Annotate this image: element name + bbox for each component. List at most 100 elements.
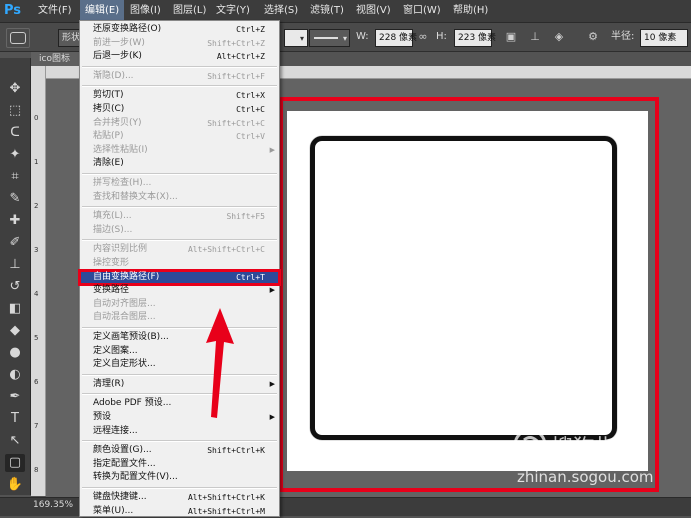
- paint-bucket-tool-icon[interactable]: ◆: [5, 322, 25, 340]
- menu-item[interactable]: 菜单(U)... Alt+Shift+Ctrl+M: [80, 505, 279, 518]
- menu-item-label: 还原变换路径(O): [93, 24, 162, 34]
- rounded-rectangle-tool-icon[interactable]: ▢: [5, 454, 25, 472]
- menu-item-shortcut: Ctrl+V: [236, 132, 265, 142]
- pen-tool-icon[interactable]: ✒: [5, 388, 25, 406]
- menu-item[interactable]: 剪切(T) Ctrl+X: [80, 89, 279, 102]
- menu-item-label: 描边(S)...: [93, 224, 133, 235]
- path-selection-tool-icon[interactable]: ↖: [5, 432, 25, 450]
- width-label: W:: [356, 31, 369, 42]
- brush-tool-icon[interactable]: ✐: [5, 234, 25, 252]
- submenu-arrow-icon: ▶: [269, 145, 275, 154]
- menubar-item[interactable]: 图层(L): [168, 0, 211, 22]
- menubar-item[interactable]: 帮助(H): [448, 0, 493, 22]
- path-operations-icon[interactable]: ▣: [504, 30, 518, 44]
- blur-tool-icon[interactable]: ●: [5, 344, 25, 362]
- menu-item-shortcut: Ctrl+X: [236, 91, 265, 101]
- type-tool-icon[interactable]: T: [5, 410, 25, 428]
- menu-item[interactable]: 预设 ▶: [80, 411, 279, 424]
- ruler-tick-label: 7: [34, 422, 39, 430]
- path-arrangement-icon[interactable]: ◈: [552, 30, 566, 44]
- magic-wand-tool-icon[interactable]: ✦: [5, 146, 25, 164]
- history-brush-tool-icon[interactable]: ↺: [5, 278, 25, 296]
- menu-item-shortcut: Alt+Shift+Ctrl+C: [187, 245, 265, 255]
- menu-item[interactable]: 清除(E): [80, 157, 279, 170]
- menu-item-label: 远程连接...: [93, 425, 138, 436]
- menubar-item[interactable]: 文件(F): [33, 0, 77, 22]
- path-alignment-icon[interactable]: ⊥: [528, 30, 542, 44]
- menu-item-label: 预设: [93, 412, 112, 422]
- ruler-tick-label: 6: [34, 378, 39, 386]
- dodge-tool-icon[interactable]: ◐: [5, 366, 25, 384]
- move-tool-icon[interactable]: ✥: [5, 80, 25, 98]
- height-input[interactable]: 223 像素: [454, 29, 496, 47]
- photoshop-logo: Ps: [4, 3, 22, 18]
- menu-item-label: 剪切(T): [93, 90, 124, 101]
- menu-item[interactable]: 定义画笔预设(B)...: [80, 331, 279, 344]
- menu-item[interactable]: 变换路径 ▶: [80, 284, 279, 297]
- menubar-item[interactable]: 编辑(E): [80, 0, 125, 22]
- menu-item-shortcut: Shift+Ctrl+Z: [207, 38, 265, 48]
- sogou-logo-icon: [513, 428, 547, 462]
- menu-item[interactable]: 转换为配置文件(V)...: [80, 471, 279, 484]
- menubar-item[interactable]: 滤镜(T): [305, 0, 349, 22]
- menu-item-free-transform-path[interactable]: 自由变换路径(F) Ctrl+T: [78, 268, 281, 286]
- stroke-type-select[interactable]: ▾: [309, 29, 350, 47]
- menubar-item[interactable]: 文字(Y): [211, 0, 255, 22]
- menu-item-label: 合并拷贝(Y): [93, 117, 142, 128]
- watermark-url: zhinan.sogou.com: [517, 468, 654, 486]
- menu-item-label: 自由变换路径(F): [93, 271, 160, 282]
- menu-item-label: 后退一步(K): [93, 51, 142, 62]
- menu-item[interactable]: 定义自定形状...: [80, 358, 279, 371]
- gear-icon[interactable]: ⚙: [586, 30, 600, 44]
- menu-item[interactable]: 远程连接...: [80, 425, 279, 438]
- menubar-item[interactable]: 窗口(W): [398, 0, 446, 22]
- menu-item: 粘贴(P) Ctrl+V: [80, 130, 279, 143]
- menu-item: 自动对齐图层...: [80, 298, 279, 311]
- rounded-rect-icon: [10, 32, 26, 44]
- menu-separator: [82, 85, 277, 88]
- menu-item[interactable]: 后退一步(K) Alt+Ctrl+Z: [80, 50, 279, 63]
- menu-item[interactable]: Adobe PDF 预设...: [80, 397, 279, 410]
- width-input[interactable]: 228 像素: [375, 29, 417, 47]
- stamp-tool-icon[interactable]: ⊥: [5, 256, 25, 274]
- menu-item[interactable]: 键盘快捷键... Alt+Shift+Ctrl+K: [80, 491, 279, 504]
- watermark-brand: 搜狗指南: [551, 436, 640, 461]
- eyedropper-tool-icon[interactable]: ✎: [5, 190, 25, 208]
- menu-item[interactable]: 拷贝(C) Ctrl+C: [80, 103, 279, 116]
- menu-item: 描边(S)...: [80, 224, 279, 237]
- link-icon[interactable]: ∞: [416, 30, 430, 44]
- healing-brush-tool-icon[interactable]: ✚: [5, 212, 25, 230]
- menu-item-shortcut: Shift+Ctrl+K: [207, 446, 265, 456]
- menu-item-shortcut: Ctrl+Z: [236, 25, 265, 34]
- menu-separator: [82, 487, 277, 489]
- menu-item-shortcut: Shift+F5: [226, 212, 265, 222]
- menu-item-label: Adobe PDF 预设...: [93, 398, 172, 409]
- menu-item-label: 查找和替换文本(X)...: [93, 191, 178, 202]
- menu-item-label: 渐隐(D)...: [93, 70, 134, 81]
- tool-preset-picker[interactable]: [6, 28, 30, 48]
- crop-tool-icon[interactable]: ⌗: [5, 168, 25, 186]
- height-label: H:: [436, 31, 447, 42]
- hand-tool-icon[interactable]: ✋: [5, 476, 25, 494]
- menu-separator: [82, 65, 277, 68]
- menu-item-label: 菜单(U)...: [93, 505, 134, 516]
- menu-item[interactable]: 定义图案...: [80, 345, 279, 358]
- menu-item[interactable]: 还原变换路径(O) Ctrl+Z: [80, 23, 279, 36]
- menu-item: 内容识别比例 Alt+Shift+Ctrl+C: [80, 243, 279, 256]
- menu-item[interactable]: 指定配置文件...: [80, 458, 279, 471]
- zoom-level[interactable]: 169.35%: [33, 500, 73, 510]
- lasso-tool-icon[interactable]: ᑕ: [5, 124, 25, 142]
- marquee-tool-icon[interactable]: ⬚: [5, 102, 25, 120]
- menu-item[interactable]: 清理(R) ▶: [80, 378, 279, 391]
- chevron-down-icon: ▾: [342, 34, 347, 43]
- menubar-item[interactable]: 图像(I): [125, 0, 166, 22]
- radius-input[interactable]: 10 像素: [640, 29, 688, 47]
- eraser-tool-icon[interactable]: ◧: [5, 300, 25, 318]
- menu-item-label: 指定配置文件...: [93, 458, 156, 469]
- menubar-item[interactable]: 选择(S): [259, 0, 303, 22]
- menu-separator: [82, 173, 277, 175]
- menu-item[interactable]: 颜色设置(G)... Shift+Ctrl+K: [80, 444, 279, 457]
- menubar-item[interactable]: 视图(V): [351, 0, 396, 22]
- fill-select[interactable]: ▾: [284, 29, 308, 47]
- menu-separator: [82, 206, 277, 209]
